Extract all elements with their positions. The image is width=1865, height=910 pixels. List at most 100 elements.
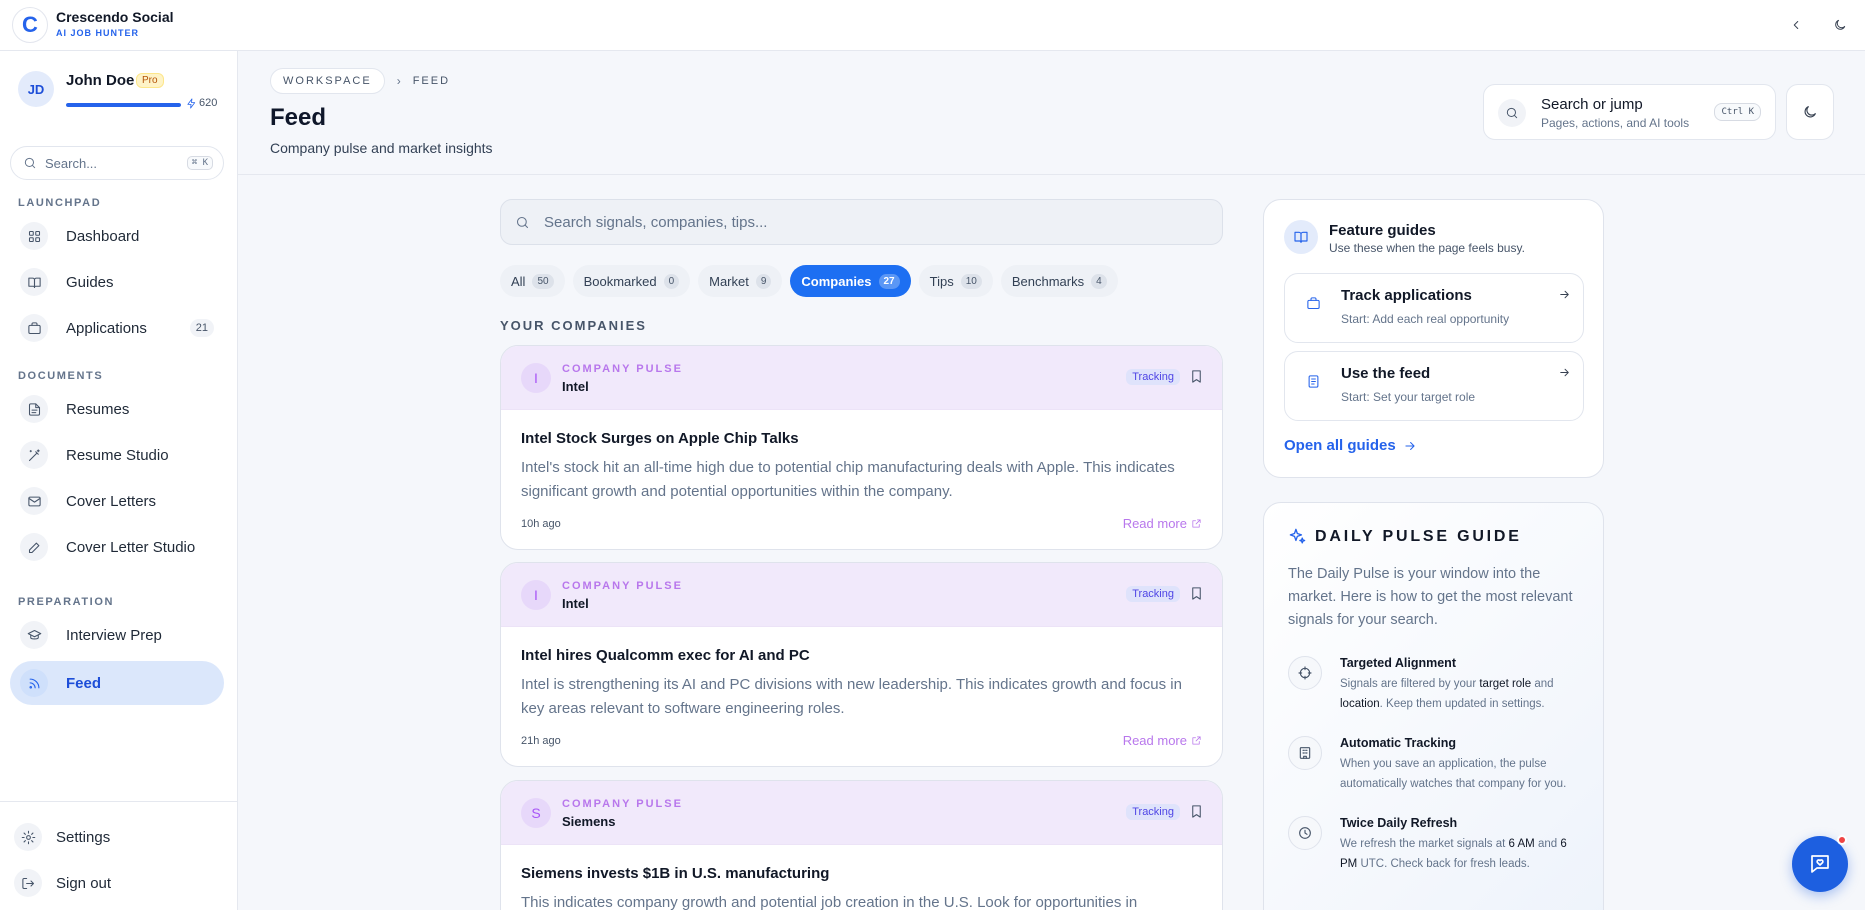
card-body: This indicates company growth and potent…	[521, 894, 1138, 910]
read-more-link[interactable]: Read more	[1123, 733, 1202, 748]
magic-wand-icon	[20, 441, 48, 469]
sidebar-item-feed[interactable]: Feed	[10, 661, 224, 705]
chip-label: Companies	[801, 273, 872, 289]
card-title: Intel hires Qualcomm exec for AI and PC	[521, 647, 810, 664]
external-link-icon	[1192, 736, 1201, 745]
header-divider	[238, 174, 1865, 175]
feed-card: S COMPANY PULSE Siemens Tracking Siemens…	[500, 780, 1223, 910]
chip-count: 50	[532, 273, 554, 289]
read-more-label: Read more	[1122, 516, 1187, 531]
tracking-badge: Tracking	[1126, 586, 1180, 602]
moon-icon	[1804, 106, 1816, 118]
chip-label: Benchmarks	[1011, 273, 1085, 289]
sign-out-icon	[14, 869, 42, 897]
app-name: Crescendo Social	[56, 9, 174, 25]
sidebar-item-cover-letter-studio[interactable]: Cover Letter Studio	[10, 525, 224, 569]
card-header: I COMPANY PULSE Intel Tracking	[501, 346, 1222, 410]
search-or-jump-button[interactable]: Search or jump Pages, actions, and AI to…	[1483, 84, 1776, 140]
guide-title: Track applications	[1341, 287, 1472, 304]
moon-icon	[1835, 19, 1846, 30]
app-logo[interactable]: C	[12, 7, 48, 43]
collapse-sidebar-button[interactable]	[1785, 14, 1807, 36]
card-company: Intel	[562, 379, 589, 394]
feature-guides-card: Feature guides Use these when the page f…	[1263, 199, 1604, 478]
bookmark-icon	[1192, 370, 1201, 383]
chip-count: 0	[663, 273, 680, 289]
chip-label: Bookmarked	[583, 273, 657, 289]
sidebar-item-guides[interactable]: Guides	[10, 260, 224, 304]
filter-chip-tips[interactable]: Tips 10	[918, 265, 993, 297]
feed-search-input[interactable]: Search signals, companies, tips...	[500, 199, 1223, 245]
mail-icon	[20, 487, 48, 515]
chip-label: Tips	[929, 273, 954, 289]
filter-chip-bookmarked[interactable]: Bookmarked 0	[572, 265, 691, 297]
user-name: John Doe	[66, 72, 135, 89]
pulse-row-title: Twice Daily Refresh	[1340, 816, 1458, 830]
pulse-row-desc: We refresh the market signals at 6 AM an…	[1340, 838, 1567, 870]
company-avatar: S	[521, 798, 551, 828]
sidebar-item-resumes[interactable]: Resumes	[10, 387, 224, 431]
building-icon	[1288, 736, 1322, 770]
xp-value: 620	[186, 97, 217, 109]
bookmark-icon	[1192, 805, 1201, 818]
guide-sub: Start: Add each real opportunity	[1341, 312, 1510, 326]
sidebar-item-label: Settings	[56, 828, 111, 846]
card-company: Intel	[562, 596, 589, 611]
sidebar-item-label: Applications	[66, 319, 147, 337]
read-more-label: Read more	[1122, 733, 1187, 748]
chip-count: 27	[878, 273, 900, 289]
sidebar-divider	[0, 801, 238, 802]
bookmark-button[interactable]	[1189, 369, 1204, 384]
sidebar-item-settings[interactable]: Settings	[10, 819, 110, 855]
sidebar-item-interview-prep[interactable]: Interview Prep	[10, 613, 224, 657]
filter-chip-companies[interactable]: Companies 27	[790, 265, 911, 297]
guide-use-the-feed[interactable]: Use the feed Start: Set your target role	[1284, 351, 1584, 421]
card-title: Intel Stock Surges on Apple Chip Talks	[521, 430, 799, 447]
pen-icon	[20, 533, 48, 561]
filter-chip-benchmarks[interactable]: Benchmarks 4	[1000, 265, 1118, 297]
bookmark-button[interactable]	[1189, 586, 1204, 601]
jump-subtitle: Pages, actions, and AI tools	[1541, 116, 1690, 130]
bookmark-button[interactable]	[1189, 804, 1204, 819]
feed-card: I COMPANY PULSE Intel Tracking Intel Sto…	[500, 345, 1223, 550]
sidebar-item-label: Interview Prep	[66, 626, 162, 644]
sparkles-icon	[1288, 527, 1307, 546]
read-more-link[interactable]: Read more	[1123, 516, 1202, 531]
card-kicker: COMPANY PULSE	[562, 580, 683, 592]
sidebar-item-cover-letters[interactable]: Cover Letters	[10, 479, 224, 523]
avatar[interactable]: JD	[18, 71, 54, 107]
breadcrumb-current: FEED	[412, 75, 451, 87]
chevron-left-icon	[1793, 21, 1799, 29]
guide-track-applications[interactable]: Track applications Start: Add each real …	[1284, 273, 1584, 343]
document-icon	[20, 395, 48, 423]
pulse-row-title: Automatic Tracking	[1340, 736, 1456, 750]
sidebar-item-label: Cover Letter Studio	[66, 538, 196, 556]
crosshair-icon	[1288, 656, 1322, 690]
company-avatar: I	[521, 363, 551, 393]
sidebar-item-applications[interactable]: Applications 21	[10, 306, 224, 350]
sidebar-item-label: Sign out	[56, 874, 112, 892]
tracking-badge: Tracking	[1126, 369, 1180, 385]
theme-toggle-button[interactable]	[1786, 84, 1834, 140]
filter-chip-market[interactable]: Market 9	[698, 265, 783, 297]
sidebar-search-input[interactable]: Search... ⌘ K	[10, 146, 224, 180]
sidebar-item-dashboard[interactable]: Dashboard	[10, 214, 224, 258]
filter-chip-all[interactable]: All 50	[500, 265, 565, 297]
sidebar-item-sign-out[interactable]: Sign out	[10, 865, 111, 901]
arrow-right-icon	[1405, 441, 1415, 450]
chip-label: All	[511, 273, 526, 289]
book-open-icon	[1284, 220, 1318, 254]
chat-heart-icon	[1811, 855, 1829, 873]
theme-toggle-top-button[interactable]	[1829, 14, 1851, 36]
chip-count: 4	[1091, 273, 1107, 289]
filter-chips: All 50 Bookmarked 0 Market 9 Companies 27 Ti…	[500, 265, 1118, 297]
open-all-guides-link[interactable]: Open all guides	[1284, 437, 1417, 454]
search-icon	[1498, 99, 1526, 127]
xp-progress-bar	[66, 103, 181, 107]
sidebar-item-resume-studio[interactable]: Resume Studio	[10, 433, 224, 477]
breadcrumb-workspace[interactable]: WORKSPACE	[270, 68, 385, 94]
sidebar-item-label: Cover Letters	[66, 492, 157, 510]
chip-count: 9	[755, 273, 772, 289]
pulse-row-title: Targeted Alignment	[1340, 656, 1456, 670]
card-company: Siemens	[562, 814, 616, 829]
